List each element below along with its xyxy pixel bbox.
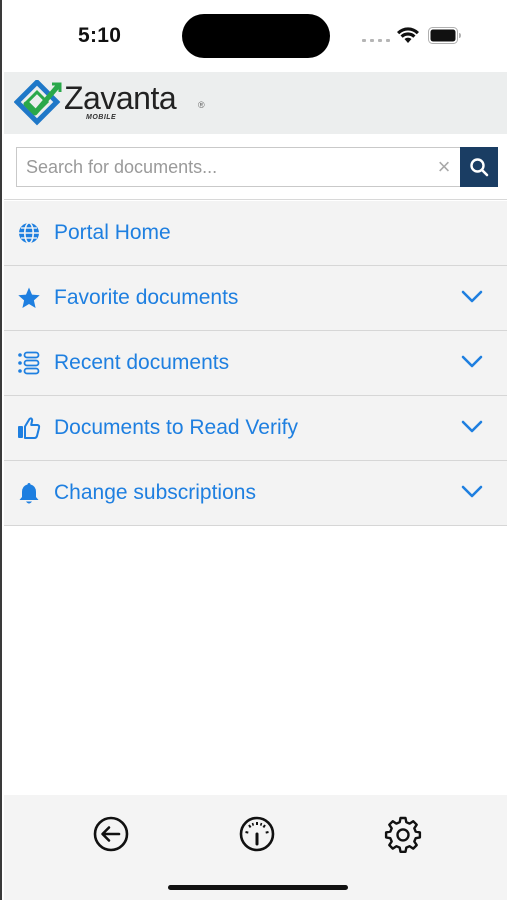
search-field-container: × [16,147,462,187]
menu-item-favorite-documents[interactable]: Favorite documents [4,266,507,331]
back-arrow-icon[interactable] [92,815,130,853]
menu-item-label: Portal Home [54,221,171,244]
dashboard-gauge-icon[interactable] [238,815,276,853]
globe-icon [19,222,39,244]
brand-name: Zavanta [64,80,177,116]
menu-item-recent-documents[interactable]: Recent documents [4,331,507,396]
search-bar: × [4,134,507,200]
zavanta-logo-icon [14,80,62,126]
status-bar: 5:10 [2,0,507,72]
chevron-down-icon[interactable] [460,351,484,371]
star-icon [18,287,40,308]
search-input[interactable] [17,148,427,186]
menu-item-label: Documents to Read Verify [54,416,298,439]
search-button[interactable] [460,147,498,187]
settings-gear-icon[interactable] [384,815,422,853]
brand-subtitle: MOBILE [86,114,117,121]
cellular-signal-icon [362,39,390,42]
dynamic-island [182,14,330,58]
chevron-down-icon[interactable] [460,481,484,501]
navigation-menu: Portal Home Favorite documents Recent do… [4,201,507,526]
chevron-down-icon[interactable] [460,286,484,306]
menu-item-label: Favorite documents [54,286,239,309]
home-indicator [168,885,348,890]
menu-item-documents-to-read-verify[interactable]: Documents to Read Verify [4,396,507,461]
menu-item-portal-home[interactable]: Portal Home [4,201,507,266]
app-header: Zavanta ® MOBILE [4,72,507,134]
bell-icon [19,483,39,504]
menu-item-change-subscriptions[interactable]: Change subscriptions [4,461,507,526]
bottom-tab-bar [4,795,507,900]
chevron-down-icon[interactable] [460,416,484,436]
registered-mark: ® [198,100,205,110]
close-icon[interactable]: × [431,154,457,180]
menu-item-label: Recent documents [54,351,230,374]
wifi-icon [397,27,419,43]
phone-screen: 5:10 Zavanta ® MOBILE × [0,0,507,900]
list-icon [18,351,40,375]
search-icon [470,158,489,177]
status-time: 5:10 [78,24,122,47]
battery-icon [428,27,461,44]
thumbs-up-icon [18,417,41,439]
menu-item-label: Change subscriptions [54,481,256,504]
